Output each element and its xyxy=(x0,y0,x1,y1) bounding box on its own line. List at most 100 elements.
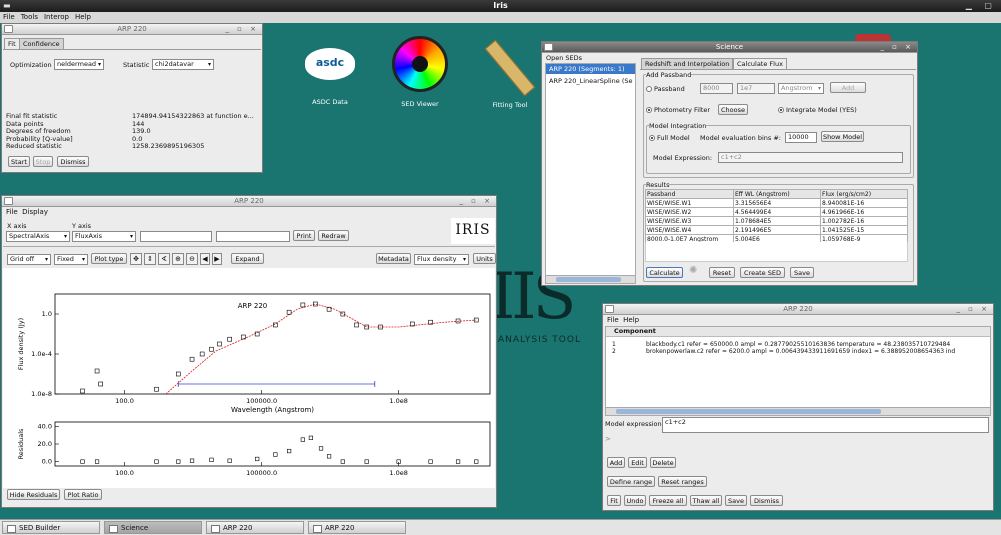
model-expression-input[interactable]: c1+c2 xyxy=(718,152,903,163)
y-axis-select[interactable]: FluxAxis xyxy=(72,231,136,242)
dismiss-button[interactable]: Dismiss xyxy=(750,495,783,506)
menu-display[interactable]: Display xyxy=(22,208,48,216)
undo-button[interactable]: Undo xyxy=(624,495,646,506)
component-row[interactable]: 2 brokenpowerlaw.c2 refer = 6200.0 ampl =… xyxy=(606,348,990,355)
next-icon[interactable]: ▶ xyxy=(212,253,222,265)
dismiss-button[interactable]: Dismiss xyxy=(57,156,89,167)
taskbar-item-sed-builder[interactable]: SED Builder xyxy=(2,521,100,534)
tab-redshift[interactable]: Redshift and Interpolation xyxy=(641,58,734,69)
tab-fit[interactable]: Fit xyxy=(4,38,20,49)
desktop-icon-sed-viewer[interactable]: SED Viewer xyxy=(385,36,455,108)
start-button[interactable]: Start xyxy=(8,156,30,167)
fit-window-title-bar[interactable]: ARP 220 _ ▫ × xyxy=(2,24,262,35)
thaw-all-button[interactable]: Thaw all xyxy=(690,495,722,506)
menu-file[interactable]: File xyxy=(6,208,18,216)
column-header[interactable]: Passband xyxy=(645,189,734,199)
menu-help[interactable]: Help xyxy=(623,316,639,324)
y-expression-input[interactable] xyxy=(216,231,290,242)
redraw-button[interactable]: Redraw xyxy=(318,230,349,241)
model-window-title-bar[interactable]: ARP 220 _ ▫ × xyxy=(603,304,993,315)
window-controls[interactable]: _ ▫ × xyxy=(956,304,990,315)
desktop-icon-fitting-tool[interactable]: Fitting Tool xyxy=(470,39,550,109)
statistic-select[interactable]: chi2datavar xyxy=(152,59,214,70)
taskbar-item-science[interactable]: Science xyxy=(104,521,202,534)
table-row[interactable]: WISE/WISE.W2 4.564499E4 4.961966E-16 xyxy=(645,207,908,217)
full-model-radio[interactable]: Full Model xyxy=(649,134,690,142)
table-row[interactable]: WISE/WISE.W4 2.191496E5 1.041525E-15 xyxy=(645,225,908,235)
zoom-in-icon[interactable]: ⊕ xyxy=(172,253,184,265)
freeze-all-button[interactable]: Freeze all xyxy=(649,495,687,506)
passband-radio[interactable]: Passband xyxy=(646,85,685,93)
optimization-select[interactable]: neldermead xyxy=(54,59,104,70)
desktop-icon-asdc[interactable]: asdc ASDC Data xyxy=(290,48,370,106)
add-passband-button[interactable]: Add xyxy=(830,82,866,93)
create-sed-button[interactable]: Create SED xyxy=(740,267,785,278)
erase-icon[interactable]: ∢ xyxy=(158,253,170,265)
sed-plot[interactable]: ARP 220 100.0 100000.0 1.0e8 1.0e-8 1.0e-4 1.0… xyxy=(3,268,495,488)
plot-type-button[interactable]: Plot type xyxy=(91,253,127,264)
save-button[interactable]: Save xyxy=(790,267,814,278)
tab-confidence[interactable]: Confidence xyxy=(19,38,64,49)
window-menu-icon[interactable]: ▬ xyxy=(3,0,11,12)
delete-component-button[interactable]: Delete xyxy=(650,457,676,468)
integrate-model-radio[interactable]: Integrate Model (YES) xyxy=(778,106,857,114)
table-row[interactable]: WISE/WISE.W3 1.078684E5 1.002782E-16 xyxy=(645,216,908,226)
console-prompt[interactable]: > xyxy=(605,435,611,443)
stop-button[interactable]: Stop xyxy=(33,156,53,167)
expand-button[interactable]: Expand xyxy=(231,253,264,264)
fit-button[interactable]: Fit xyxy=(607,495,621,506)
horizontal-scrollbar[interactable] xyxy=(546,275,635,283)
edit-component-button[interactable]: Edit xyxy=(628,457,647,468)
passband-unit-select[interactable]: Angstrom xyxy=(778,83,824,94)
taskbar-item-arp220-plot[interactable]: ARP 220 xyxy=(308,521,406,534)
passband-min-input[interactable]: 8000 xyxy=(700,83,733,94)
app-title-bar: ▬ Iris ▁ ▢ xyxy=(0,0,1001,12)
pan-icon[interactable]: ✥ xyxy=(130,253,142,265)
scale-select[interactable]: Fixed xyxy=(54,254,88,265)
hide-residuals-button[interactable]: Hide Residuals xyxy=(7,489,60,500)
science-window-title-bar[interactable]: Science _ ▫ × xyxy=(542,42,917,53)
show-model-button[interactable]: Show Model xyxy=(821,131,864,142)
window-controls[interactable]: _ ▫ × xyxy=(225,24,259,35)
grid-select[interactable]: Grid off xyxy=(7,254,51,265)
menu-help[interactable]: Help xyxy=(72,13,94,21)
eval-bins-input[interactable]: 10000 xyxy=(785,132,817,143)
zoom-fit-icon[interactable]: ⇕ xyxy=(144,253,156,265)
table-row[interactable]: WISE/WISE.W1 3.315656E4 8.940081E-16 xyxy=(645,198,908,208)
save-button[interactable]: Save xyxy=(725,495,747,506)
horizontal-scrollbar[interactable] xyxy=(606,407,990,415)
reset-ranges-button[interactable]: Reset ranges xyxy=(658,476,707,487)
menu-file[interactable]: File xyxy=(607,316,619,324)
photometry-filter-radio[interactable]: Photometry Filter xyxy=(646,106,710,114)
plot-ratio-button[interactable]: Plot Ratio xyxy=(64,489,102,500)
window-controls[interactable]: _ ▫ × xyxy=(459,196,493,207)
window-controls[interactable]: _ ▫ × xyxy=(880,42,914,53)
taskbar-item-arp220-fit[interactable]: ARP 220 xyxy=(206,521,304,534)
prev-icon[interactable]: ◀ xyxy=(200,253,210,265)
print-button[interactable]: Print xyxy=(293,230,315,241)
calculate-button[interactable]: Calculate xyxy=(646,267,683,278)
sed-list-item[interactable]: ARP 220_LinearSpline (Se xyxy=(546,74,635,88)
reset-button[interactable]: Reset xyxy=(709,267,735,278)
plot-window-title-bar[interactable]: ARP 220 _ ▫ × xyxy=(2,196,496,207)
units-button[interactable]: Units xyxy=(473,253,496,264)
column-header[interactable]: Flux (erg/s/cm2) xyxy=(820,189,908,199)
zoom-out-icon[interactable]: ⊖ xyxy=(186,253,198,265)
choose-button[interactable]: Choose xyxy=(718,104,748,115)
x-expression-input[interactable] xyxy=(140,231,212,242)
passband-max-input[interactable]: 1e7 xyxy=(737,83,775,94)
column-header[interactable]: Eff WL (Angstrom) xyxy=(733,189,821,199)
menu-file[interactable]: File xyxy=(0,13,18,21)
define-range-button[interactable]: Define range xyxy=(607,476,655,487)
add-component-button[interactable]: Add xyxy=(607,457,625,468)
model-expression-input[interactable]: c1+c2 xyxy=(662,417,989,433)
flux-density-select[interactable]: Flux density xyxy=(414,254,469,265)
metadata-button[interactable]: Metadata xyxy=(376,253,411,264)
x-axis-select[interactable]: SpectralAxis xyxy=(6,231,70,242)
menu-tools[interactable]: Tools xyxy=(18,13,41,21)
window-controls[interactable]: ▁ ▢ xyxy=(966,0,997,12)
menu-interop[interactable]: Interop xyxy=(41,13,72,21)
sed-list-item[interactable]: ARP 220 (Segments: 1) xyxy=(546,64,635,74)
component-row[interactable]: 1 blackbody.c1 refer = 650000.0 ampl = 0.… xyxy=(606,341,990,348)
tab-calculate-flux[interactable]: Calculate Flux xyxy=(733,58,787,69)
